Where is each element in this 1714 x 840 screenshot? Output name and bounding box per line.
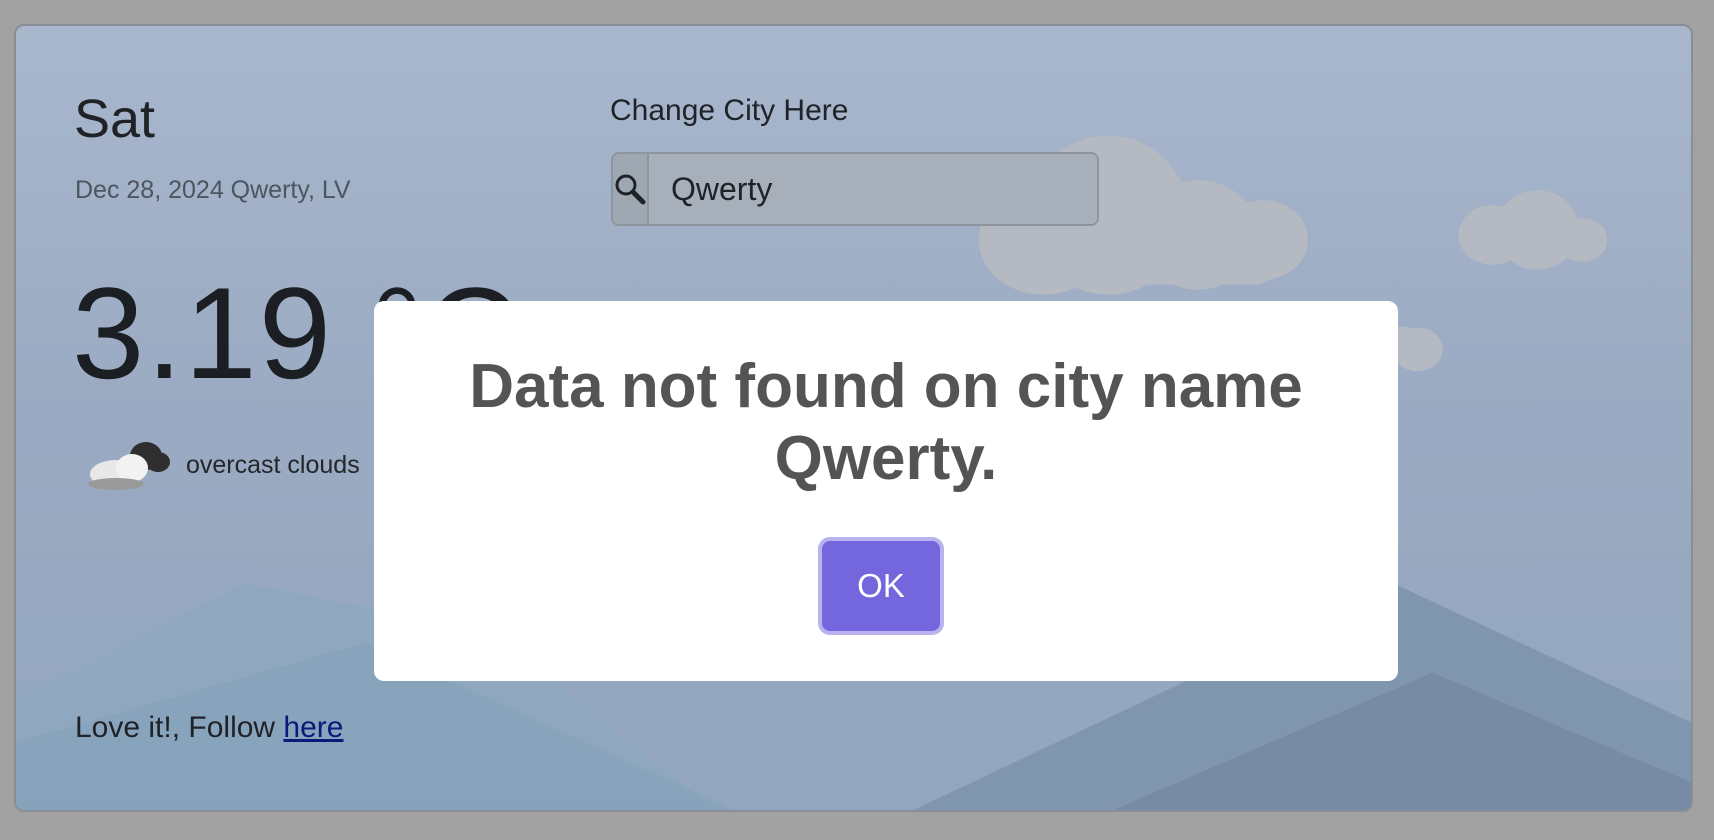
ok-button[interactable]: OK bbox=[822, 541, 940, 631]
modal-overlay: Data not found on city name Qwerty. OK bbox=[0, 0, 1714, 840]
error-dialog: Data not found on city name Qwerty. OK bbox=[374, 301, 1398, 681]
dialog-message: Data not found on city name Qwerty. bbox=[469, 352, 1303, 493]
